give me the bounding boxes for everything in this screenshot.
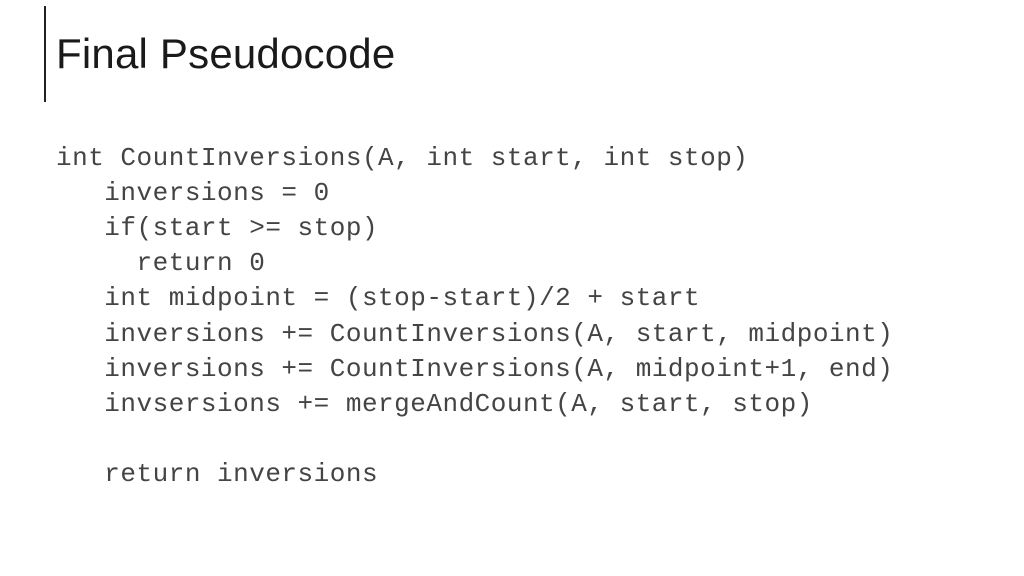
code-line: int CountInversions(A, int start, int st…: [56, 143, 748, 173]
code-line: invsersions += mergeAndCount(A, start, s…: [56, 389, 813, 419]
code-line: inversions += CountInversions(A, start, …: [56, 319, 893, 349]
code-line: int midpoint = (stop-start)/2 + start: [56, 283, 700, 313]
code-line: inversions = 0: [56, 178, 330, 208]
code-line: return 0: [56, 248, 265, 278]
slide-title: Final Pseudocode: [56, 30, 976, 78]
code-line: inversions += CountInversions(A, midpoin…: [56, 354, 893, 384]
title-accent-rule: [44, 6, 46, 102]
pseudocode-block: int CountInversions(A, int start, int st…: [56, 106, 976, 492]
code-line: return inversions: [56, 459, 378, 489]
code-line: if(start >= stop): [56, 213, 378, 243]
slide: Final Pseudocode int CountInversions(A, …: [0, 0, 1024, 576]
